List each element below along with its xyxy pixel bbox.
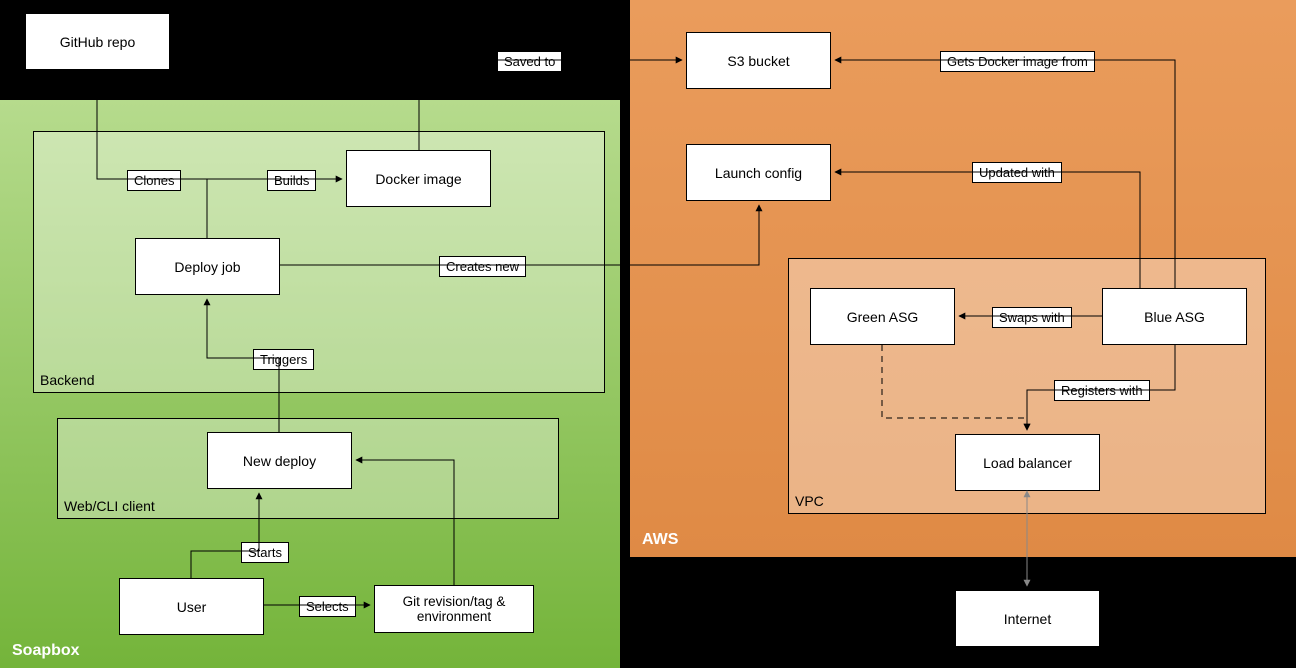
group-vpc-label: VPC [795, 493, 824, 509]
group-client-label: Web/CLI client [64, 498, 155, 514]
edge-label-updated-with: Updated with [972, 162, 1062, 183]
region-soapbox-title: Soapbox [12, 642, 80, 660]
edge-label-triggers: Triggers [253, 349, 314, 370]
region-aws-title: AWS [642, 531, 678, 549]
edge-label-registers-with: Registers with [1054, 380, 1150, 401]
edge-label-saved-to: Saved to [497, 51, 562, 72]
node-green-asg: Green ASG [810, 288, 955, 345]
diagram-canvas: Soapbox AWS Backend Web/CLI client VPC G… [0, 0, 1296, 668]
edge-label-creates: Creates new [439, 256, 526, 277]
node-blue-asg: Blue ASG [1102, 288, 1247, 345]
node-s3: S3 bucket [686, 32, 831, 89]
edge-label-clones: Clones [127, 170, 181, 191]
group-backend-label: Backend [40, 372, 94, 388]
edge-label-swaps-with: Swaps with [992, 307, 1072, 328]
node-new-deploy: New deploy [207, 432, 352, 489]
node-internet: Internet [955, 590, 1100, 647]
node-github: GitHub repo [25, 13, 170, 70]
node-user: User [119, 578, 264, 635]
node-load-balancer: Load balancer [955, 434, 1100, 491]
edge-label-selects: Selects [299, 596, 356, 617]
edge-label-gets-img: Gets Docker image from [940, 51, 1095, 72]
node-docker: Docker image [346, 150, 491, 207]
node-deploy-job: Deploy job [135, 238, 280, 295]
node-gitrev: Git revision/tag & environment [374, 585, 534, 633]
node-launch-config: Launch config [686, 144, 831, 201]
edge-label-starts: Starts [241, 542, 289, 563]
edge-label-builds: Builds [267, 170, 316, 191]
